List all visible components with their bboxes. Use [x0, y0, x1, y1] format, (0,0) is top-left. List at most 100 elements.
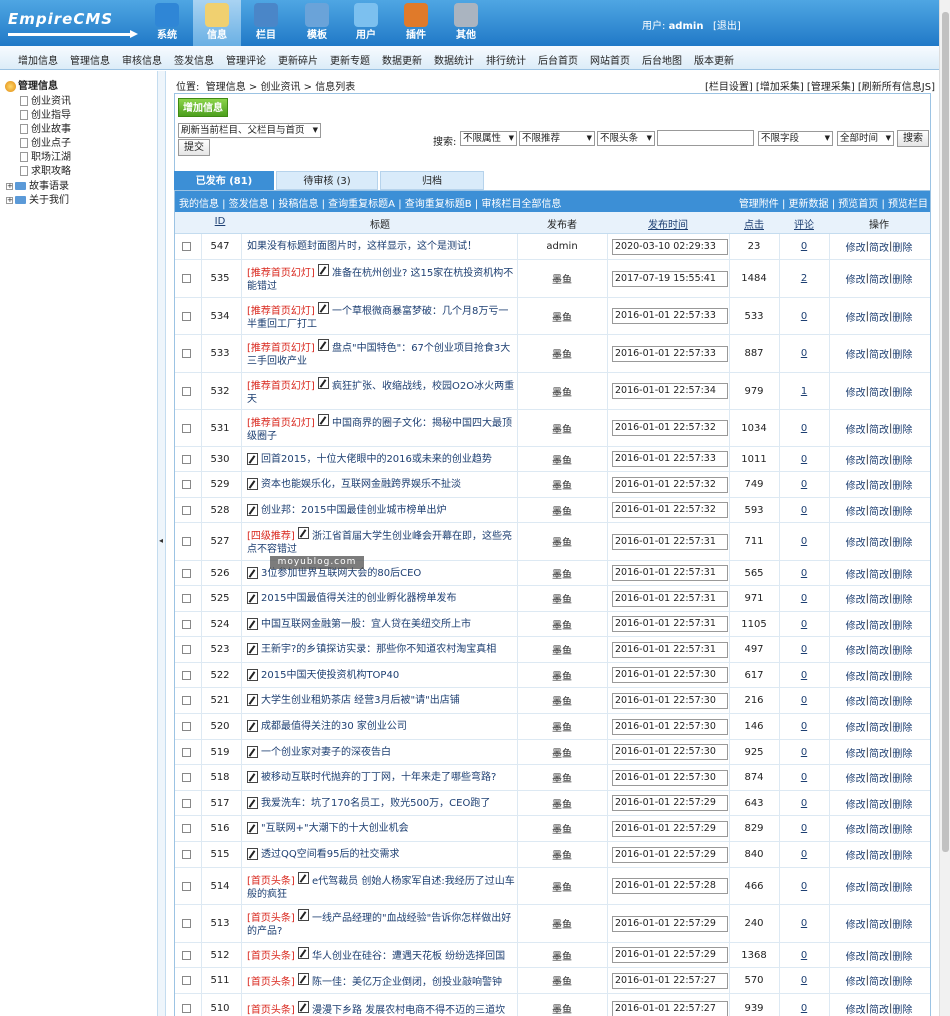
publish-time-input[interactable]: 2016-01-01 22:57:33: [612, 308, 728, 324]
topnav-globe[interactable]: 系统: [143, 0, 191, 46]
simple-edit-link[interactable]: 简改: [869, 477, 889, 492]
simple-edit-link[interactable]: 简改: [869, 346, 889, 361]
row-checkbox[interactable]: [182, 773, 191, 782]
row-comments-link[interactable]: 0: [801, 881, 807, 892]
delete-link[interactable]: 删除: [892, 421, 912, 436]
edit-link[interactable]: 修改: [846, 477, 866, 492]
sidebar-item[interactable]: 创业故事: [20, 120, 71, 135]
keyword-input[interactable]: [657, 130, 754, 146]
publish-time-input[interactable]: 2016-01-01 22:57:29: [612, 915, 728, 932]
row-checkbox[interactable]: [182, 670, 191, 680]
publish-time-input[interactable]: 2016-01-01 22:57:32: [612, 420, 728, 436]
row-checkbox[interactable]: [182, 311, 191, 321]
simple-edit-link[interactable]: 简改: [869, 271, 889, 286]
edit-link[interactable]: 修改: [846, 916, 866, 931]
row-comments-link[interactable]: 0: [801, 849, 807, 860]
row-title-link[interactable]: "互联网+"大潮下的十大创业机会: [261, 823, 409, 834]
publish-time-input[interactable]: 2016-01-01 22:57:29: [612, 846, 728, 863]
row-checkbox[interactable]: [182, 242, 191, 251]
publish-time-input[interactable]: 2016-01-01 22:57:34: [612, 383, 728, 399]
edit-link[interactable]: 修改: [846, 879, 866, 894]
refresh-select[interactable]: 刷新当前栏目、父栏目与首页: [178, 123, 321, 138]
menu-item[interactable]: 数据统计: [434, 52, 474, 67]
delete-link[interactable]: 删除: [892, 534, 912, 549]
row-title-link[interactable]: 漫漫下乡路 发展农村电商不得不迈的三道坎: [312, 1005, 505, 1016]
publish-time-input[interactable]: 2016-01-01 22:57:31: [612, 641, 728, 658]
topnav-gear[interactable]: 其他: [442, 0, 490, 46]
delete-link[interactable]: 删除: [892, 503, 912, 518]
row-checkbox[interactable]: [182, 568, 191, 578]
menu-item[interactable]: 版本更新: [694, 52, 734, 67]
row-checkbox[interactable]: [182, 619, 191, 629]
simple-edit-link[interactable]: 简改: [869, 534, 889, 549]
edit-link[interactable]: 修改: [846, 591, 866, 606]
row-checkbox[interactable]: [182, 386, 191, 396]
row-comments-link[interactable]: 2: [801, 273, 807, 284]
row-title-link[interactable]: 创业邦：2015中国最佳创业城市榜单出炉: [261, 505, 446, 516]
topnav-user[interactable]: 用户: [342, 0, 390, 46]
edit-link[interactable]: 修改: [846, 668, 866, 683]
row-checkbox[interactable]: [182, 850, 191, 859]
search-button[interactable]: 搜索: [897, 130, 929, 147]
row-title-link[interactable]: 陈一佳：美亿万企业倒闭，创投业敲响警钟: [312, 977, 502, 988]
row-comments-link[interactable]: 0: [801, 536, 807, 547]
delete-link[interactable]: 删除: [892, 477, 912, 492]
publish-time-input[interactable]: 2016-01-01 22:57:30: [612, 667, 728, 683]
delete-link[interactable]: 删除: [892, 693, 912, 708]
delete-link[interactable]: 删除: [892, 916, 912, 931]
delete-link[interactable]: 删除: [892, 973, 912, 988]
edit-link[interactable]: 修改: [846, 642, 866, 657]
breadcrumb-item[interactable]: 创业资讯: [260, 82, 300, 93]
headline-filter[interactable]: 不限头条: [597, 131, 655, 146]
row-checkbox[interactable]: [182, 881, 191, 891]
row-title-link[interactable]: 被移动互联时代抛弃的丁丁网，十年来走了哪些弯路?: [261, 772, 496, 783]
row-comments-link[interactable]: 0: [801, 950, 807, 961]
simple-edit-link[interactable]: 简改: [869, 948, 889, 963]
sidebar-item[interactable]: 创业资讯: [20, 92, 71, 107]
publish-time-input[interactable]: 2020-03-10 02:29:33: [612, 238, 728, 255]
row-checkbox[interactable]: [182, 722, 191, 731]
row-comments-link[interactable]: 0: [801, 918, 807, 929]
simple-edit-link[interactable]: 简改: [869, 421, 889, 436]
row-title-link[interactable]: 2015中国最值得关注的创业孵化器榜单发布: [261, 593, 456, 604]
row-comments-link[interactable]: 1: [801, 386, 807, 397]
edit-link[interactable]: 修改: [846, 452, 866, 467]
simple-edit-link[interactable]: 简改: [869, 239, 889, 254]
add-info-button[interactable]: 增加信息: [178, 98, 228, 117]
row-title-link[interactable]: 一个创业家对妻子的深夜告白: [261, 747, 391, 758]
publish-time-input[interactable]: 2016-01-01 22:57:28: [612, 878, 728, 894]
simple-edit-link[interactable]: 简改: [869, 566, 889, 581]
row-checkbox[interactable]: [182, 950, 191, 960]
menu-item[interactable]: 网站首页: [590, 52, 630, 67]
delete-link[interactable]: 删除: [892, 617, 912, 632]
row-comments-link[interactable]: 0: [801, 644, 807, 655]
row-comments-link[interactable]: 0: [801, 505, 807, 516]
row-checkbox[interactable]: [182, 454, 191, 464]
row-comments-link[interactable]: 0: [801, 798, 807, 809]
field-select[interactable]: 不限字段: [758, 131, 833, 146]
simple-edit-link[interactable]: 简改: [869, 503, 889, 518]
delete-link[interactable]: 删除: [892, 745, 912, 760]
simple-edit-link[interactable]: 简改: [869, 973, 889, 988]
publish-time-input[interactable]: 2016-01-01 22:57:32: [612, 502, 728, 518]
row-checkbox[interactable]: [182, 594, 191, 603]
sort-id-link[interactable]: ID: [215, 216, 226, 227]
row-comments-link[interactable]: 0: [801, 423, 807, 434]
delete-link[interactable]: 删除: [892, 452, 912, 467]
simple-edit-link[interactable]: 简改: [869, 309, 889, 324]
tab-pending[interactable]: 待审核 (3): [276, 171, 378, 190]
edit-link[interactable]: 修改: [846, 796, 866, 811]
publish-time-input[interactable]: 2016-01-01 22:57:29: [612, 820, 728, 837]
row-comments-link[interactable]: 0: [801, 311, 807, 322]
delete-link[interactable]: 删除: [892, 309, 912, 324]
row-comments-link[interactable]: 0: [801, 479, 807, 490]
breadcrumb-item[interactable]: 管理信息: [206, 82, 246, 93]
row-title-link[interactable]: 回首2015，十位大佬眼中的2016或未来的创业趋势: [261, 454, 492, 465]
publish-time-input[interactable]: 2016-01-01 22:57:33: [612, 345, 728, 362]
edit-link[interactable]: 修改: [846, 566, 866, 581]
simple-edit-link[interactable]: 简改: [869, 617, 889, 632]
simple-edit-link[interactable]: 简改: [869, 642, 889, 657]
row-checkbox[interactable]: [182, 696, 191, 705]
row-title-link[interactable]: 资本也能娱乐化，互联网金融跨界娱乐不扯淡: [261, 479, 461, 490]
row-checkbox[interactable]: [182, 274, 191, 283]
